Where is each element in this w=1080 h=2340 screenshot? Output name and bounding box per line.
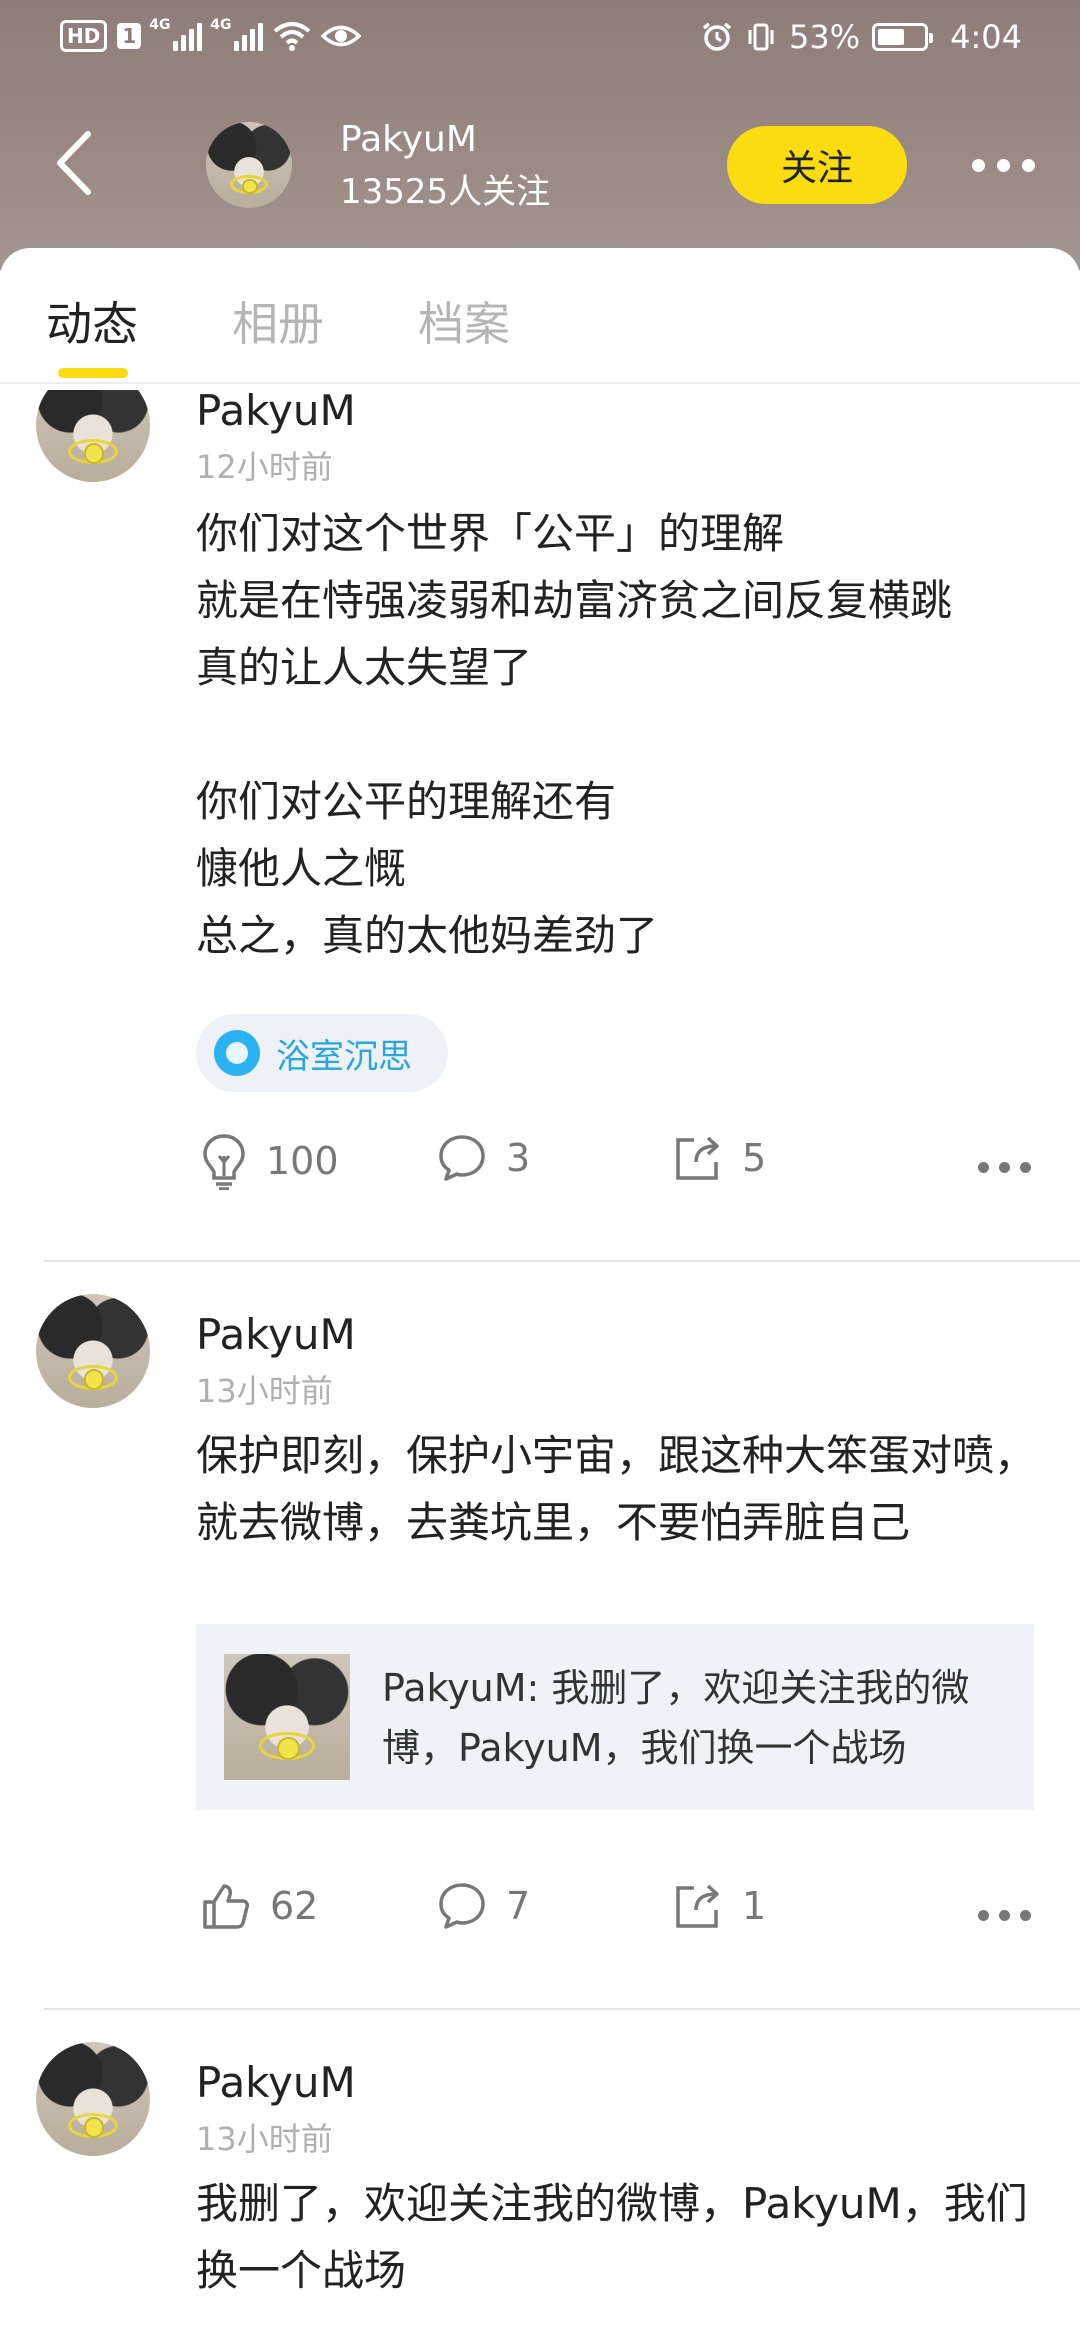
lightbulb-icon xyxy=(203,1134,245,1190)
wifi-icon xyxy=(273,22,311,51)
battery-icon xyxy=(872,23,934,51)
comment-count: 3 xyxy=(506,1136,531,1180)
back-arrow-icon[interactable] xyxy=(50,128,100,198)
post-time: 13小时前 xyxy=(196,2120,333,2158)
profile-content: 动态 相册 档案 PakyuM 12小时前 你们对这个世界「公平」的理解 就是在… xyxy=(0,248,1080,2340)
active-tab-indicator xyxy=(58,368,128,378)
vibrate-icon xyxy=(748,23,774,51)
share-button[interactable]: 5 xyxy=(672,1132,766,1184)
more-options-icon[interactable] xyxy=(978,1880,1031,1950)
avatar[interactable] xyxy=(36,1294,150,1408)
quoted-post[interactable]: PakyuM: 我删了，欢迎关注我的微博，PakyuM，我们换一个战场 xyxy=(196,1624,1034,1810)
hd-icon: HD xyxy=(60,20,108,52)
tab-bar: 动态 相册 档案 xyxy=(0,248,1080,384)
network-type-label: 4G xyxy=(149,17,171,33)
sim-icon: 1 xyxy=(117,23,142,49)
post-text: 保护即刻，保护小宇宙，跟这种大笨蛋对喷，就去微博，去粪坑里，不要怕弄脏自己 xyxy=(196,1431,1037,1547)
follower-count: 13525人关注 xyxy=(340,172,551,212)
share-count: 1 xyxy=(742,1884,767,1928)
comment-button[interactable]: 3 xyxy=(436,1132,530,1184)
comment-count: 7 xyxy=(506,1884,531,1928)
like-count: 62 xyxy=(270,1884,319,1928)
comment-icon xyxy=(439,1883,485,1929)
topic-label: 浴室沉思 xyxy=(276,1036,412,1077)
eye-icon xyxy=(321,25,362,47)
divider xyxy=(44,2008,1080,2010)
post-author[interactable]: PakyuM xyxy=(196,2058,356,2107)
thumbs-up-icon xyxy=(203,1884,249,1929)
divider xyxy=(44,1260,1080,1262)
quoted-text: PakyuM: 我删了，欢迎关注我的微博，PakyuM，我们换一个战场 xyxy=(382,1666,970,1770)
battery-percent: 53% xyxy=(789,18,861,56)
status-right: 53% 4:04 xyxy=(701,18,1022,56)
status-left: HD 1 4G 4G xyxy=(60,17,362,52)
post-actions: 100 3 5 xyxy=(0,1132,1080,1202)
avatar[interactable] xyxy=(36,2042,150,2156)
clock: 4:04 xyxy=(950,18,1022,56)
comment-icon xyxy=(439,1135,485,1181)
comment-button[interactable]: 7 xyxy=(436,1880,530,1932)
status-bar: HD 1 4G 4G 53% 4:04 xyxy=(0,0,1080,80)
like-button[interactable]: 62 xyxy=(200,1880,318,1932)
share-icon xyxy=(676,1884,719,1928)
share-button[interactable]: 1 xyxy=(672,1880,766,1932)
share-count: 5 xyxy=(742,1136,767,1180)
tab-activity[interactable]: 动态 xyxy=(46,288,138,354)
more-options-icon[interactable] xyxy=(972,148,1042,182)
alarm-icon xyxy=(702,22,732,51)
signal-icon: 4G xyxy=(210,17,264,51)
avatar[interactable] xyxy=(206,122,292,208)
share-icon xyxy=(676,1136,719,1180)
tab-album[interactable]: 相册 xyxy=(232,288,324,354)
topic-icon xyxy=(214,1030,260,1076)
post-text: 我删了，欢迎关注我的微博，PakyuM，我们换一个战场 xyxy=(196,2179,1028,2295)
network-type-label: 4G xyxy=(210,17,232,33)
post-actions: 62 7 1 xyxy=(0,1880,1080,1950)
more-options-icon[interactable] xyxy=(978,1132,1031,1202)
post-author[interactable]: PakyuM xyxy=(196,1310,356,1359)
signal-icon: 4G xyxy=(149,17,203,51)
like-button[interactable]: 100 xyxy=(200,1132,339,1190)
topic-tag[interactable]: 浴室沉思 xyxy=(196,1014,448,1092)
post-time: 12小时前 xyxy=(196,448,333,486)
tab-profile[interactable]: 档案 xyxy=(418,288,510,354)
post-author[interactable]: PakyuM xyxy=(196,386,356,435)
profile-name: PakyuM xyxy=(340,119,477,160)
like-count: 100 xyxy=(266,1139,339,1183)
post-time: 13小时前 xyxy=(196,1372,333,1410)
post-text: 你们对这个世界「公平」的理解 就是在恃强凌弱和劫富济贫之间反复横跳 真的让人太失… xyxy=(196,509,953,960)
avatar[interactable] xyxy=(36,390,150,482)
follow-button[interactable]: 关注 xyxy=(727,126,907,204)
quoted-image xyxy=(224,1654,350,1780)
